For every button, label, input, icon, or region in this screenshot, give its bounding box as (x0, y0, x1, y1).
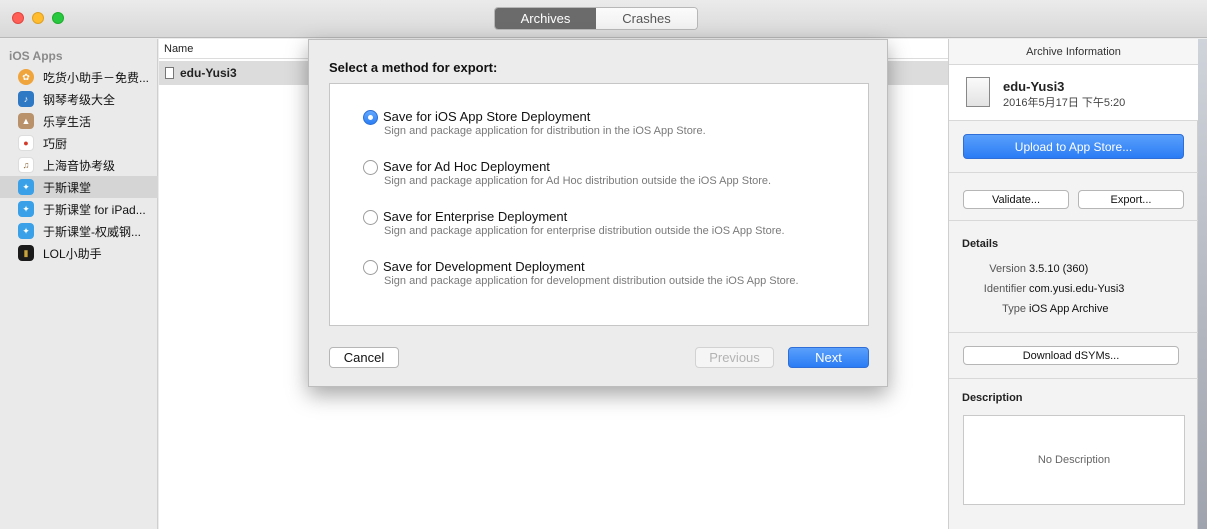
title-bar: Archives Crashes (0, 0, 1207, 38)
sidebar-item-app[interactable]: ✿ 吃货小助手－免费... (0, 66, 158, 88)
sidebar-item-label: 乐享生活 (43, 114, 92, 129)
option-description: Sign and package application for Ad Hoc … (384, 175, 772, 187)
app-icon: ♫ (18, 157, 34, 173)
app-icon: ● (18, 135, 34, 151)
archive-summary: edu-Yusi3 2016年5月17日 下午5:20 (949, 65, 1198, 121)
previous-button[interactable]: Previous (695, 347, 774, 368)
archive-date: 2016年5月17日 下午5:20 (1003, 97, 1126, 109)
app-icon: ♪ (18, 91, 34, 107)
export-button[interactable]: Export... (1078, 190, 1184, 209)
sidebar-item-app[interactable]: ▲ 乐享生活 (0, 110, 158, 132)
tab-crashes[interactable]: Crashes (596, 8, 697, 29)
option-description: Sign and package application for distrib… (384, 125, 706, 137)
export-method-sheet: Select a method for export: Save for iOS… (308, 39, 888, 387)
sidebar-item-app[interactable]: ● 巧厨 (0, 132, 158, 154)
radio-icon[interactable] (363, 160, 378, 175)
sidebar-item-app[interactable]: ♫ 上海音协考级 (0, 154, 158, 176)
validate-button[interactable]: Validate... (963, 190, 1069, 209)
archive-icon (966, 77, 990, 107)
sidebar-item-app[interactable]: ♪ 钢琴考级大全 (0, 88, 158, 110)
radio-icon[interactable] (363, 260, 378, 275)
archive-information-panel: Archive Information edu-Yusi3 2016年5月17日… (948, 39, 1198, 529)
sidebar-item-label: 巧厨 (43, 136, 68, 151)
sidebar: iOS Apps ✿ 吃货小助手－免费... ♪ 钢琴考级大全 ▲ 乐享生活 ●… (0, 39, 158, 529)
sidebar-item-label: 于斯课堂 (43, 180, 92, 195)
details-title: Details (962, 238, 999, 250)
details-section: Details Version 3.5.10 (360) Identifier … (949, 221, 1198, 333)
export-options-box: Save for iOS App Store Deployment Sign a… (329, 83, 869, 326)
sheet-title: Select a method for export: (329, 60, 498, 75)
app-icon: ✦ (18, 223, 34, 239)
app-icon: ▲ (18, 113, 34, 129)
app-icon: ✦ (18, 179, 34, 195)
sidebar-item-label: 于斯课堂 for iPad... (43, 202, 146, 217)
download-dsyms-button[interactable]: Download dSYMs... (963, 346, 1179, 365)
detail-value: iOS App Archive (1029, 303, 1109, 315)
desktop-edge (1198, 39, 1207, 529)
panel-title: Archive Information (949, 39, 1198, 65)
description-field[interactable]: No Description (963, 415, 1185, 505)
option-label: Save for iOS App Store Deployment (383, 109, 591, 124)
cancel-button[interactable]: Cancel (329, 347, 399, 368)
close-window-button[interactable] (12, 12, 24, 24)
sidebar-item-label: 吃货小助手－免费... (43, 70, 150, 85)
minimize-window-button[interactable] (32, 12, 44, 24)
app-icon: ✦ (18, 201, 34, 217)
description-title: Description (962, 392, 1023, 404)
zoom-window-button[interactable] (52, 12, 64, 24)
app-icon: ✿ (18, 69, 34, 85)
sidebar-item-label: LOL小助手 (43, 246, 102, 261)
app-icon: ▮ (18, 245, 34, 261)
option-label: Save for Ad Hoc Deployment (383, 159, 550, 174)
sidebar-item-label: 钢琴考级大全 (43, 92, 116, 107)
sidebar-item-app[interactable]: ✦ 于斯课堂-权威钢... (0, 220, 158, 242)
sidebar-item-app[interactable]: ▮ LOL小助手 (0, 242, 158, 264)
tab-archives[interactable]: Archives (495, 8, 596, 29)
detail-key: Type (1002, 303, 1026, 315)
sidebar-heading: iOS Apps (9, 49, 63, 63)
sidebar-item-label: 上海音协考级 (43, 158, 116, 173)
dsyms-section: Download dSYMs... (949, 333, 1198, 379)
archive-file-icon (165, 67, 174, 79)
option-label: Save for Development Deployment (383, 259, 585, 274)
radio-icon[interactable] (363, 210, 378, 225)
option-label: Save for Enterprise Deployment (383, 209, 568, 224)
sidebar-item-app-selected[interactable]: ✦ 于斯课堂 (0, 176, 158, 198)
detail-value: 3.5.10 (360) (1029, 263, 1089, 275)
upload-to-app-store-button[interactable]: Upload to App Store... (963, 134, 1184, 159)
next-button[interactable]: Next (788, 347, 869, 368)
actions-section: Validate... Export... (949, 173, 1198, 221)
radio-selected-icon[interactable] (363, 110, 378, 125)
upload-section: Upload to App Store... (949, 121, 1198, 173)
option-description: Sign and package application for develop… (384, 275, 799, 287)
option-description: Sign and package application for enterpr… (384, 225, 785, 237)
detail-key: Identifier (983, 283, 1026, 295)
detail-value: com.yusi.edu-Yusi3 (1029, 283, 1125, 295)
archive-name: edu-Yusi3 (1003, 79, 1065, 94)
sidebar-item-label: 于斯课堂-权威钢... (43, 224, 141, 239)
sidebar-item-app[interactable]: ✦ 于斯课堂 for iPad... (0, 198, 158, 220)
detail-key: Version (989, 263, 1026, 275)
archive-row-label: edu-Yusi3 (180, 66, 237, 80)
view-segmented-control: Archives Crashes (494, 7, 698, 30)
